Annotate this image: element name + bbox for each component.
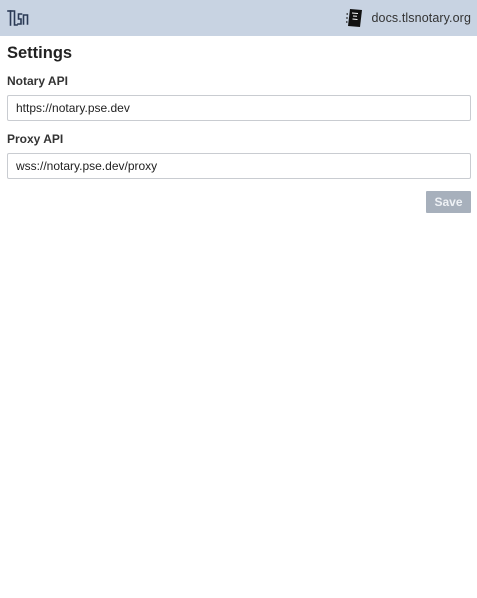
site-label: docs.tlsnotary.org (371, 11, 471, 25)
site-link[interactable]: docs.tlsnotary.org (345, 8, 471, 28)
notary-api-label: Notary API (7, 74, 68, 88)
header-bar: docs.tlsnotary.org (0, 0, 477, 36)
settings-panel: Settings Notary API Proxy API Save (7, 36, 471, 213)
proxy-api-label: Proxy API (7, 132, 64, 146)
form-actions: Save (7, 191, 471, 213)
tlsn-logo-icon[interactable] (7, 8, 29, 28)
save-button[interactable]: Save (426, 191, 471, 213)
notebook-icon (345, 8, 365, 28)
proxy-api-input[interactable] (7, 153, 471, 179)
page-title: Settings (7, 44, 73, 62)
notary-api-input[interactable] (7, 95, 471, 121)
